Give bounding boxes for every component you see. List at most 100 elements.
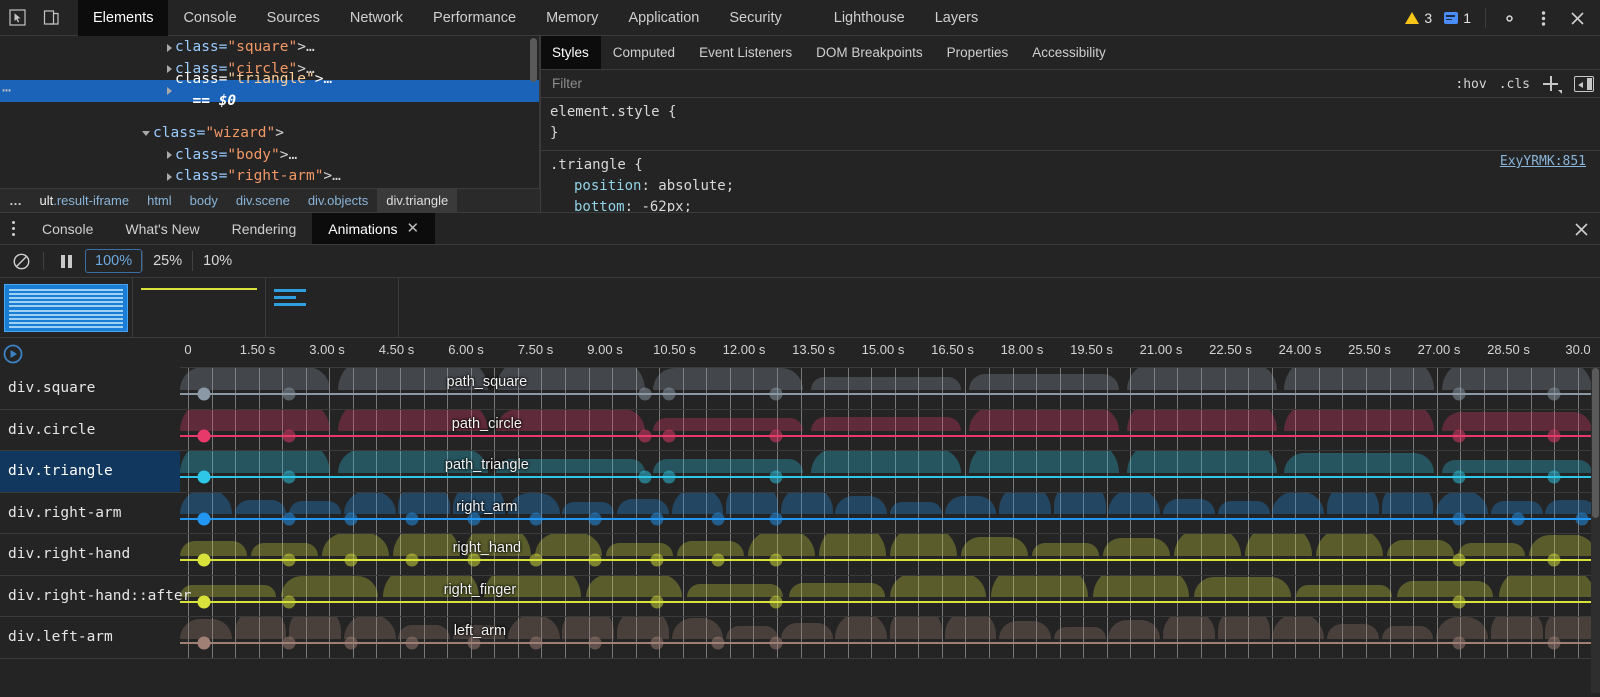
animation-row[interactable]: div.right-armright_arm (0, 493, 1600, 535)
animation-keyframe-marker[interactable] (283, 595, 296, 608)
animation-row-track[interactable]: left_arm (180, 617, 1600, 658)
animation-keyframe-marker[interactable] (1548, 429, 1561, 442)
animation-keyframe-marker[interactable] (283, 429, 296, 442)
animation-keyframe-marker[interactable] (589, 637, 602, 650)
chevron-right-icon[interactable] (164, 42, 175, 53)
warning-counter[interactable]: 3 (1405, 10, 1432, 26)
close-icon[interactable]: ✕ (407, 221, 420, 236)
drawer-tab-rendering[interactable]: Rendering (216, 213, 313, 244)
animation-row-selector[interactable]: div.square (0, 368, 180, 409)
breadcrumb-item-scene[interactable]: div.scene (227, 189, 299, 212)
animation-row-track[interactable]: path_circle (180, 410, 1600, 451)
tab-security[interactable]: Security (714, 0, 796, 36)
animation-keyframe-marker[interactable] (1452, 512, 1465, 525)
animation-keyframe-marker[interactable] (1452, 637, 1465, 650)
message-counter[interactable]: 1 (1444, 10, 1471, 26)
animation-duration-bar[interactable] (180, 393, 1600, 395)
animation-row-track[interactable]: right_arm (180, 493, 1600, 534)
breadcrumb-item-triangle[interactable]: div.triangle (377, 189, 457, 212)
tab-lighthouse[interactable]: Lighthouse (819, 0, 920, 36)
animation-keyframe-marker[interactable] (283, 512, 296, 525)
animation-keyframe-marker[interactable] (406, 512, 419, 525)
breadcrumb[interactable]: … ultult.result-iframe.result-iframe htm… (0, 188, 540, 212)
chevron-right-icon[interactable] (164, 171, 175, 182)
tab-memory[interactable]: Memory (531, 0, 613, 36)
dom-tree[interactable]: class="square">…class="circle">…⋯class="… (0, 36, 539, 188)
element-classes-button[interactable]: .cls (1499, 77, 1530, 92)
animation-keyframe-marker[interactable] (650, 512, 663, 525)
animation-keyframe-marker[interactable] (769, 554, 782, 567)
animation-row-track[interactable]: path_triangle (180, 451, 1600, 492)
css-rule-element-style[interactable]: element.style { } (550, 102, 1600, 146)
drawer-tab-animations[interactable]: Animations ✕ (312, 213, 435, 244)
new-style-rule-button[interactable] (1542, 75, 1560, 93)
chevron-right-icon[interactable] (164, 150, 175, 161)
animation-duration-bar[interactable] (180, 601, 1600, 603)
animation-keyframe-marker[interactable] (406, 637, 419, 650)
animation-keyframe-marker[interactable] (769, 388, 782, 401)
animation-keyframe-marker[interactable] (769, 512, 782, 525)
animation-row[interactable]: div.right-hand::afterright_finger (0, 576, 1600, 618)
breadcrumb-item-body[interactable]: body (181, 189, 227, 212)
playback-rate-100[interactable]: 100% (85, 249, 142, 273)
tab-network[interactable]: Network (335, 0, 418, 36)
animation-duration-bar[interactable] (180, 435, 1600, 437)
animation-duration-bar[interactable] (180, 642, 1600, 644)
animation-keyframe-marker[interactable] (529, 512, 542, 525)
animation-row[interactable]: div.right-handright_hand (0, 534, 1600, 576)
animation-keyframe-marker[interactable] (650, 637, 663, 650)
animation-keyframe-marker[interactable] (1452, 429, 1465, 442)
animation-keyframe-marker[interactable] (197, 471, 210, 484)
animation-keyframe-marker[interactable] (712, 637, 725, 650)
animation-timeline-ruler[interactable]: 01.50 s3.00 s4.50 s6.00 s7.50 s9.00 s10.… (180, 338, 1600, 368)
playback-rate-25[interactable]: 25% (143, 249, 192, 273)
animation-keyframe-marker[interactable] (529, 554, 542, 567)
tab-elements[interactable]: Elements (78, 0, 168, 36)
dom-row-more-icon[interactable]: ⋯ (2, 80, 12, 102)
animation-row-selector[interactable]: div.right-hand (0, 534, 180, 575)
tab-layers[interactable]: Layers (920, 0, 994, 36)
dom-node-row[interactable]: class="wizard"> (0, 123, 539, 145)
animation-duration-bar[interactable] (180, 559, 1600, 561)
animation-duration-bar[interactable] (180, 476, 1600, 478)
gear-icon[interactable] (1492, 3, 1526, 33)
animation-keyframe-marker[interactable] (638, 388, 651, 401)
animation-keyframe-marker[interactable] (1512, 512, 1525, 525)
animation-keyframe-marker[interactable] (283, 554, 296, 567)
animation-keyframe-marker[interactable] (650, 595, 663, 608)
css-source-link[interactable]: ExyYRMK:851 (1500, 151, 1586, 172)
animation-keyframe-marker[interactable] (769, 429, 782, 442)
animation-keyframe-marker[interactable] (638, 471, 651, 484)
animation-keyframe-marker[interactable] (344, 512, 357, 525)
drawer-tab-whats-new[interactable]: What's New (109, 213, 215, 244)
chevron-right-icon[interactable] (164, 85, 175, 96)
animation-row-selector[interactable]: div.right-hand::after (0, 576, 180, 617)
tab-computed[interactable]: Computed (601, 36, 687, 69)
dom-tree-scrollbar[interactable] (530, 38, 537, 82)
animation-keyframe-marker[interactable] (344, 554, 357, 567)
animation-keyframe-marker[interactable] (1548, 637, 1561, 650)
css-rule-triangle[interactable]: .triangle { ExyYRMK:851 position: absolu… (540, 150, 1600, 220)
dom-node-row[interactable]: ⋯class="triangle">… == $0 (0, 80, 539, 102)
animation-group-preview[interactable] (133, 278, 266, 337)
animation-row-selector[interactable]: div.left-arm (0, 617, 180, 658)
clear-all-icon[interactable] (8, 248, 34, 274)
animation-keyframe-marker[interactable] (197, 554, 210, 567)
animation-keyframe-marker[interactable] (197, 512, 210, 525)
animation-keyframe-marker[interactable] (1548, 388, 1561, 401)
inspect-cursor-icon[interactable] (0, 3, 34, 33)
animation-keyframe-marker[interactable] (712, 554, 725, 567)
breadcrumb-item-iframe[interactable]: ultult.result-iframe.result-iframe (31, 189, 139, 212)
playback-rate-10[interactable]: 10% (193, 249, 242, 273)
drawer-more-tabs-icon[interactable] (0, 213, 26, 244)
animation-keyframe-marker[interactable] (283, 388, 296, 401)
animation-keyframe-marker[interactable] (712, 512, 725, 525)
animation-row[interactable]: div.circlepath_circle (0, 410, 1600, 452)
animation-keyframe-marker[interactable] (406, 554, 419, 567)
animation-row-selector[interactable]: div.right-arm (0, 493, 180, 534)
animation-keyframe-marker[interactable] (1452, 471, 1465, 484)
tab-console[interactable]: Console (168, 0, 251, 36)
animation-keyframe-marker[interactable] (650, 554, 663, 567)
chevron-down-icon[interactable] (142, 128, 153, 139)
animation-keyframe-marker[interactable] (662, 429, 675, 442)
